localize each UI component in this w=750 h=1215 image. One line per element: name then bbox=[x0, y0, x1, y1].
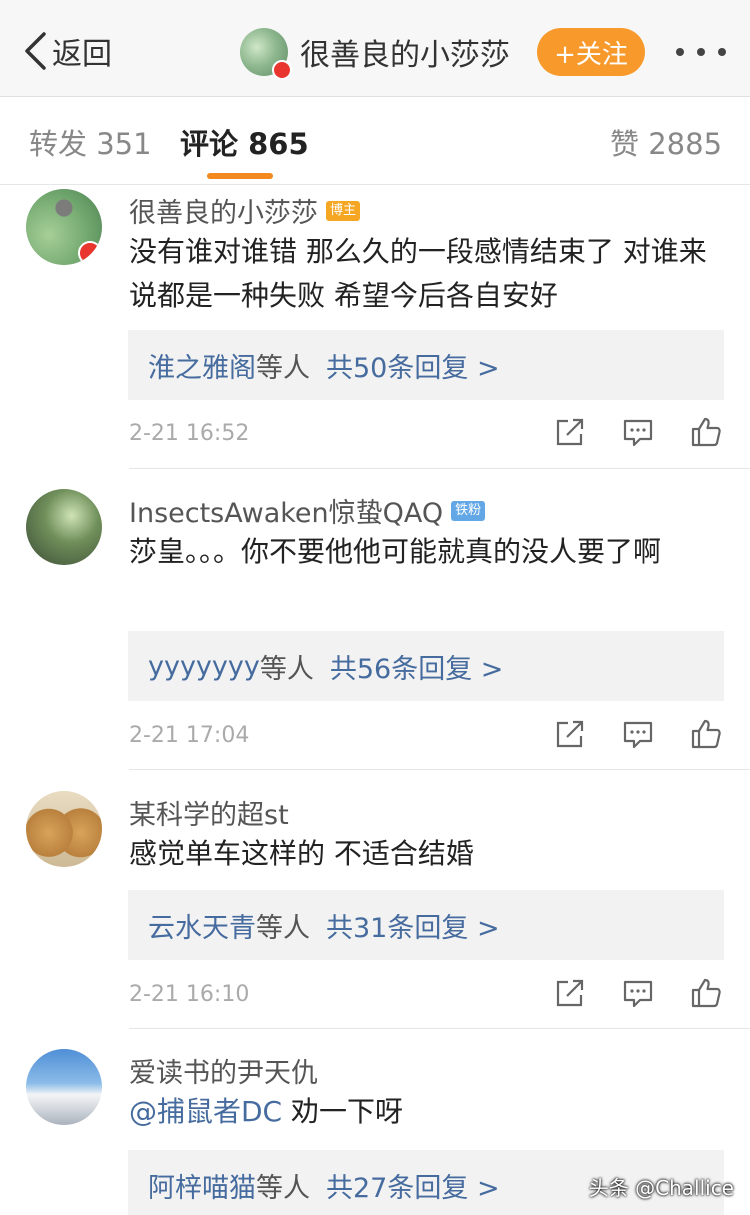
comment-username[interactable]: 某科学的超st bbox=[129, 793, 289, 832]
tab-count: 2885 bbox=[648, 127, 723, 161]
comment-text: 感觉单车这样的 不适合结婚 bbox=[129, 837, 474, 870]
comment-username[interactable]: 爱读书的尹天仇 bbox=[129, 1051, 318, 1090]
reply-count[interactable]: 共31条回复 > bbox=[326, 906, 500, 945]
top-nav-bar: 返回 很善良的小莎莎 +关注 bbox=[0, 0, 750, 97]
chevron-left-icon bbox=[25, 32, 46, 70]
comment-icon[interactable] bbox=[621, 717, 655, 751]
username-text: 某科学的超st bbox=[129, 800, 289, 831]
replies-summary[interactable]: 云水天青 等人 共31条回复 > bbox=[128, 890, 724, 960]
reply-count[interactable]: 共27条回复 > bbox=[326, 1166, 500, 1205]
like-icon[interactable] bbox=[689, 717, 723, 751]
share-icon[interactable] bbox=[553, 415, 587, 449]
reply-count[interactable]: 共50条回复 > bbox=[326, 346, 500, 385]
tab-label: 赞 bbox=[610, 127, 640, 161]
more-icon[interactable] bbox=[676, 40, 726, 64]
divider bbox=[129, 769, 750, 770]
comment-text: 莎皇。。。你不要他他可能就真的没人要了啊 bbox=[129, 535, 662, 568]
comment-meta: 2-21 17:04 bbox=[129, 717, 725, 757]
comment-text: @捕鼠者DC 劝一下呀 bbox=[129, 1090, 729, 1134]
replies-summary[interactable]: 淮之雅阁 等人 共50条回复 > bbox=[128, 330, 724, 400]
comment-username[interactable]: InsectsAwaken惊蛰QAQ 铁粉 bbox=[129, 491, 486, 530]
divider bbox=[129, 468, 750, 469]
divider bbox=[129, 1028, 750, 1029]
share-icon[interactable] bbox=[553, 717, 587, 751]
share-icon[interactable] bbox=[553, 976, 587, 1010]
avatar[interactable] bbox=[26, 1049, 102, 1125]
comment-meta: 2-21 16:10 bbox=[129, 976, 725, 1016]
author-tag: 博主 bbox=[326, 200, 361, 221]
reply-names[interactable]: 阿梓喵猫 bbox=[148, 1166, 256, 1205]
reply-names[interactable]: 淮之雅阁 bbox=[148, 346, 256, 385]
comment-icon[interactable] bbox=[621, 415, 655, 449]
username-text: InsectsAwaken惊蛰QAQ bbox=[129, 498, 444, 529]
tab-bar: 转发 351 评论 865 赞 2885 bbox=[0, 97, 750, 185]
avatar[interactable] bbox=[26, 489, 102, 565]
comment-username[interactable]: 很善良的小莎莎 博主 bbox=[129, 191, 361, 230]
reply-etc: 等人 bbox=[256, 912, 310, 944]
username-text: 很善良的小莎莎 bbox=[129, 198, 318, 229]
mention-link[interactable]: @捕鼠者DC bbox=[129, 1095, 282, 1128]
comment-body: 劝一下呀 bbox=[282, 1095, 404, 1128]
replies-summary[interactable]: yyyyyyy 等人 共56条回复 > bbox=[128, 631, 724, 701]
fan-tag: 铁粉 bbox=[451, 500, 486, 521]
back-button[interactable]: 返回 bbox=[22, 28, 112, 74]
reply-etc: 等人 bbox=[256, 352, 310, 384]
tab-count: 351 bbox=[96, 127, 152, 161]
verified-badge-icon bbox=[78, 241, 102, 265]
reply-etc: 等人 bbox=[259, 653, 314, 685]
back-label: 返回 bbox=[52, 37, 112, 72]
comment-time: 2-21 16:52 bbox=[129, 421, 250, 446]
avatar[interactable] bbox=[240, 28, 292, 80]
tab-likes[interactable]: 赞 2885 bbox=[610, 121, 722, 163]
comment-meta: 2-21 16:52 bbox=[129, 415, 725, 455]
page-title: 很善良的小莎莎 bbox=[300, 38, 510, 73]
comment-time: 2-21 17:04 bbox=[129, 723, 250, 748]
like-icon[interactable] bbox=[689, 415, 723, 449]
verified-badge-icon bbox=[272, 60, 292, 80]
tab-comments[interactable]: 评论 865 bbox=[180, 121, 309, 163]
tab-label: 转发 bbox=[29, 127, 88, 161]
reply-etc: 等人 bbox=[256, 1172, 310, 1204]
comment-icon[interactable] bbox=[621, 976, 655, 1010]
comment-time: 2-21 16:10 bbox=[129, 982, 250, 1007]
profile-header[interactable]: 很善良的小莎莎 bbox=[240, 26, 510, 80]
active-tab-indicator bbox=[207, 173, 273, 179]
like-icon[interactable] bbox=[689, 976, 723, 1010]
tab-count: 865 bbox=[248, 127, 309, 161]
tab-label: 评论 bbox=[180, 127, 239, 161]
reply-count[interactable]: 共56条回复 > bbox=[330, 647, 504, 686]
follow-button[interactable]: +关注 bbox=[537, 28, 645, 76]
reply-names[interactable]: 云水天青 bbox=[148, 906, 256, 945]
tab-reposts[interactable]: 转发 351 bbox=[29, 121, 152, 163]
watermark: 头条 @Challice bbox=[588, 1176, 734, 1200]
reply-names[interactable]: yyyyyyy bbox=[148, 651, 260, 682]
username-text: 爱读书的尹天仇 bbox=[129, 1058, 318, 1089]
avatar[interactable] bbox=[26, 189, 102, 265]
comment-text: 没有谁对谁错 那么久的一段感情结束了 对谁来说都是一种失败 希望今后各自安好 bbox=[129, 235, 707, 312]
avatar[interactable] bbox=[26, 791, 102, 867]
